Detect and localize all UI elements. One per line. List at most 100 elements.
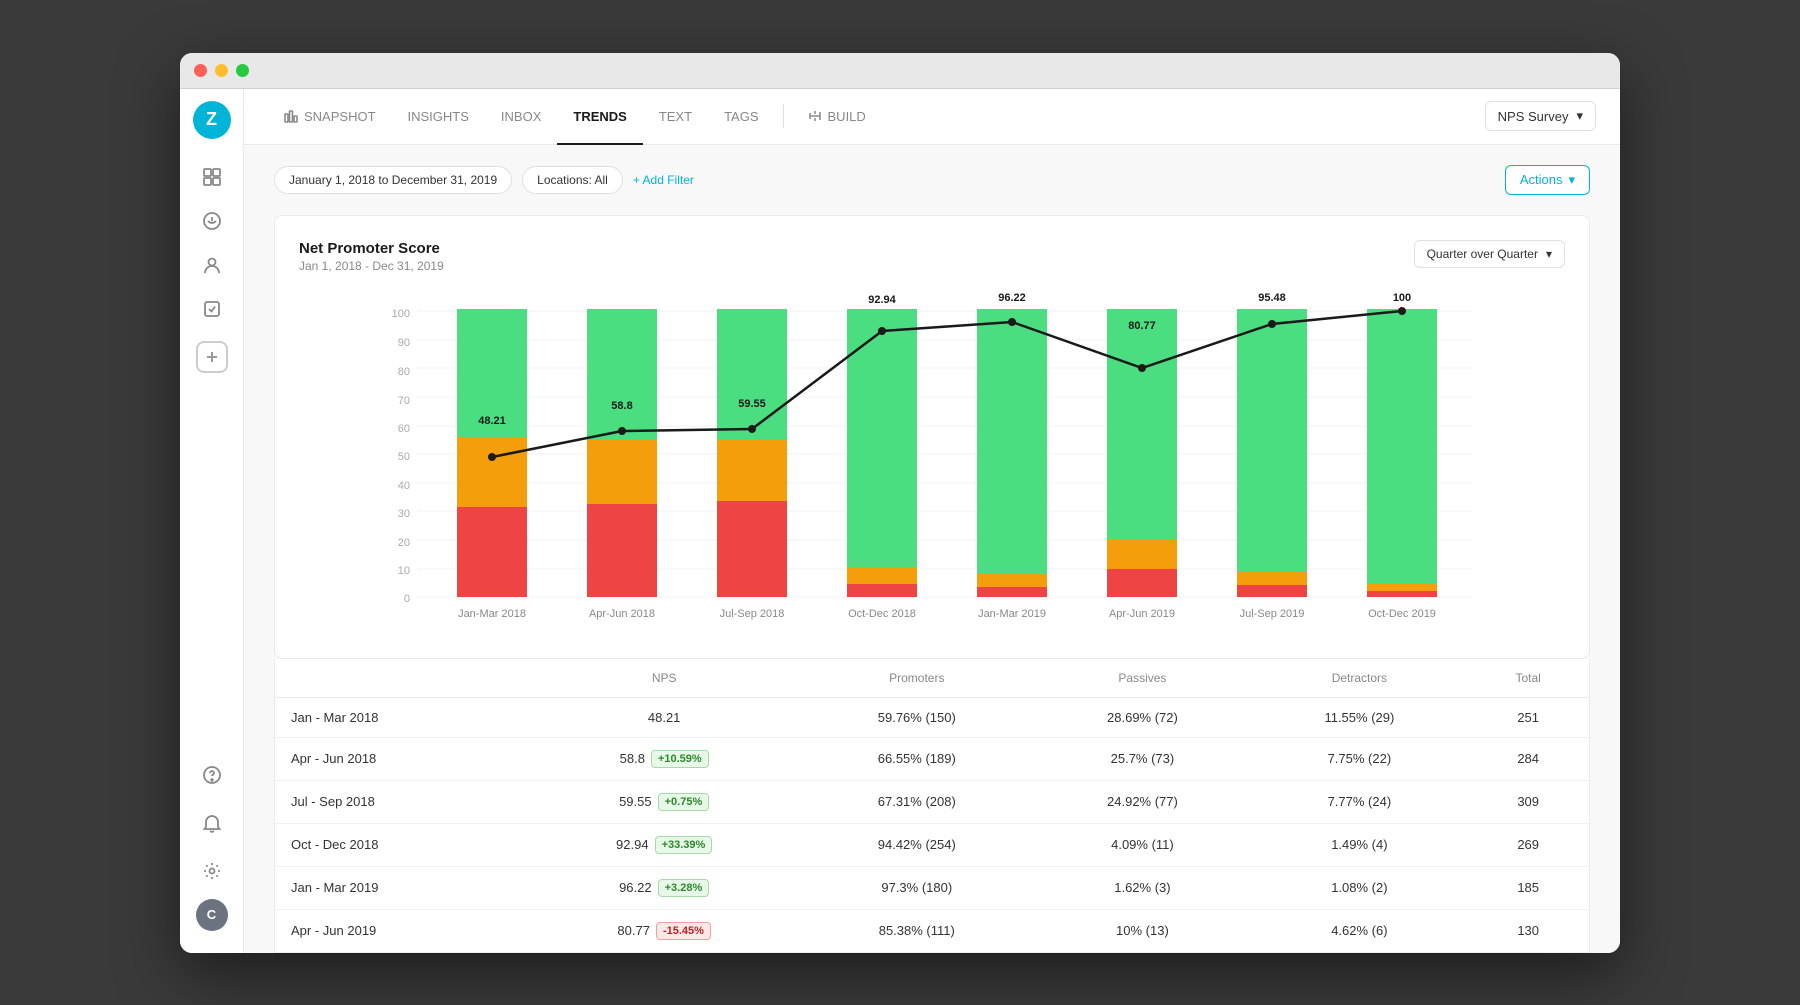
sidebar-item-notifications[interactable]	[192, 803, 232, 843]
col-header-passives: Passives	[1033, 659, 1251, 698]
bar-detractor-6	[1107, 569, 1177, 597]
cell-promoters: 94.42% (254)	[800, 823, 1033, 866]
bar-passive-5	[977, 574, 1047, 587]
sidebar-item-settings[interactable]	[192, 851, 232, 891]
cell-period: Jul - Sep 2019	[275, 952, 528, 953]
bar-detractor-3	[717, 501, 787, 597]
filter-bar: January 1, 2018 to December 31, 2019 Loc…	[274, 165, 1590, 195]
bar-label-5: Jan-Mar 2019	[978, 608, 1046, 620]
svg-text:10: 10	[398, 565, 410, 577]
cell-detractors: 7.77% (24)	[1251, 780, 1467, 823]
cell-nps: 48.21	[528, 697, 800, 737]
cell-promoters: 66.55% (189)	[800, 737, 1033, 780]
minimize-button[interactable]	[215, 64, 228, 77]
cell-total: 221	[1467, 952, 1589, 953]
table-row: Jan - Mar 201996.22+3.28%97.3% (180)1.62…	[275, 866, 1589, 909]
actions-button[interactable]: Actions ▾	[1505, 165, 1590, 195]
app-window: Z	[180, 53, 1620, 953]
cell-passives: 1.62% (3)	[1033, 866, 1251, 909]
period-selector[interactable]: Quarter over Quarter ▾	[1414, 240, 1565, 268]
app-body: Z	[180, 89, 1620, 953]
sidebar-item-help[interactable]	[192, 755, 232, 795]
cell-promoters: 85.38% (111)	[800, 909, 1033, 952]
nav-item-text[interactable]: TEXT	[643, 89, 708, 145]
maximize-button[interactable]	[236, 64, 249, 77]
chevron-down-icon: ▾	[1546, 247, 1552, 261]
nav-item-insights[interactable]: INSIGHTS	[392, 89, 485, 145]
cell-promoters: 96.38% (213)	[800, 952, 1033, 953]
bar-label-2: Apr-Jun 2018	[589, 608, 655, 620]
cell-nps: 59.55+0.75%	[528, 780, 800, 823]
cell-period: Jan - Mar 2019	[275, 866, 528, 909]
nps-label-6: 80.77	[1128, 320, 1156, 332]
cell-period: Jul - Sep 2018	[275, 780, 528, 823]
cell-passives: 25.7% (73)	[1033, 737, 1251, 780]
date-filter[interactable]: January 1, 2018 to December 31, 2019	[274, 166, 512, 194]
sidebar-item-snapshot[interactable]	[192, 157, 232, 197]
nav-item-inbox[interactable]: INBOX	[485, 89, 557, 145]
nps-label-5: 96.22	[998, 292, 1026, 304]
svg-text:90: 90	[398, 337, 410, 349]
cell-period: Apr - Jun 2019	[275, 909, 528, 952]
logo[interactable]: Z	[193, 101, 231, 139]
svg-text:60: 60	[398, 423, 410, 435]
col-header-period	[275, 659, 528, 698]
cell-nps: 58.8+10.59%	[528, 737, 800, 780]
nps-label-1: 48.21	[478, 415, 506, 427]
nps-badge: +3.28%	[658, 879, 710, 897]
avatar[interactable]: C	[196, 899, 228, 931]
cell-promoters: 59.76% (150)	[800, 697, 1033, 737]
survey-selector[interactable]: NPS Survey ▾	[1485, 101, 1596, 131]
nav-item-snapshot[interactable]: SNAPSHOT	[268, 89, 392, 145]
cell-total: 269	[1467, 823, 1589, 866]
bar-passive-1	[457, 437, 527, 507]
add-button[interactable]	[196, 341, 228, 373]
trend-dot-5	[1008, 318, 1016, 326]
sidebar-item-tasks[interactable]	[192, 289, 232, 329]
cell-total: 309	[1467, 780, 1589, 823]
table-row: Jul - Sep 201995.48+14.71%96.38% (213)2.…	[275, 952, 1589, 953]
bar-promoter-2	[587, 309, 657, 440]
chart-svg-wrap: 100 90 80 70 60 50 40 30 20 10 0	[299, 289, 1565, 634]
main-content: SNAPSHOT INSIGHTS INBOX TRENDS TEXT TAGS	[244, 89, 1620, 953]
nav-item-trends[interactable]: TRENDS	[557, 89, 642, 145]
location-filter[interactable]: Locations: All	[522, 166, 623, 194]
add-filter-button[interactable]: + Add Filter	[633, 173, 694, 187]
table-row: Jan - Mar 201848.2159.76% (150)28.69% (7…	[275, 697, 1589, 737]
trend-dot-6	[1138, 364, 1146, 372]
cell-total: 130	[1467, 909, 1589, 952]
cell-nps: 96.22+3.28%	[528, 866, 800, 909]
top-nav: SNAPSHOT INSIGHTS INBOX TRENDS TEXT TAGS	[244, 89, 1620, 145]
cell-detractors: 1.08% (2)	[1251, 866, 1467, 909]
cell-nps: 95.48+14.71%	[528, 952, 800, 953]
cell-period: Oct - Dec 2018	[275, 823, 528, 866]
nps-label-3: 59.55	[738, 398, 766, 410]
cell-passives: 4.09% (11)	[1033, 823, 1251, 866]
col-header-promoters: Promoters	[800, 659, 1033, 698]
bar-promoter-4	[847, 309, 917, 567]
nps-badge: +33.39%	[655, 836, 713, 854]
bar-promoter-5	[977, 309, 1047, 574]
svg-text:100: 100	[392, 308, 410, 320]
cell-promoters: 97.3% (180)	[800, 866, 1033, 909]
trend-dot-8	[1398, 307, 1406, 315]
title-bar	[180, 53, 1620, 89]
bar-label-3: Jul-Sep 2018	[720, 608, 785, 620]
close-button[interactable]	[194, 64, 207, 77]
nps-label-4: 92.94	[868, 294, 896, 306]
nps-table: NPS Promoters Passives Detractors Total …	[275, 659, 1589, 953]
bar-passive-4	[847, 567, 917, 584]
sidebar: Z	[180, 89, 244, 953]
nav-item-tags[interactable]: TAGS	[708, 89, 774, 145]
bar-detractor-7	[1237, 585, 1307, 597]
cell-total: 251	[1467, 697, 1589, 737]
nps-badge: +10.59%	[651, 750, 709, 768]
nps-label-8: 100	[1393, 292, 1411, 304]
nav-item-build[interactable]: BUILD	[792, 89, 882, 145]
sidebar-item-people[interactable]	[192, 245, 232, 285]
col-header-total: Total	[1467, 659, 1589, 698]
sidebar-item-inbox[interactable]	[192, 201, 232, 241]
table-row: Apr - Jun 201858.8+10.59%66.55% (189)25.…	[275, 737, 1589, 780]
cell-period: Jan - Mar 2018	[275, 697, 528, 737]
bar-promoter-6	[1107, 309, 1177, 539]
